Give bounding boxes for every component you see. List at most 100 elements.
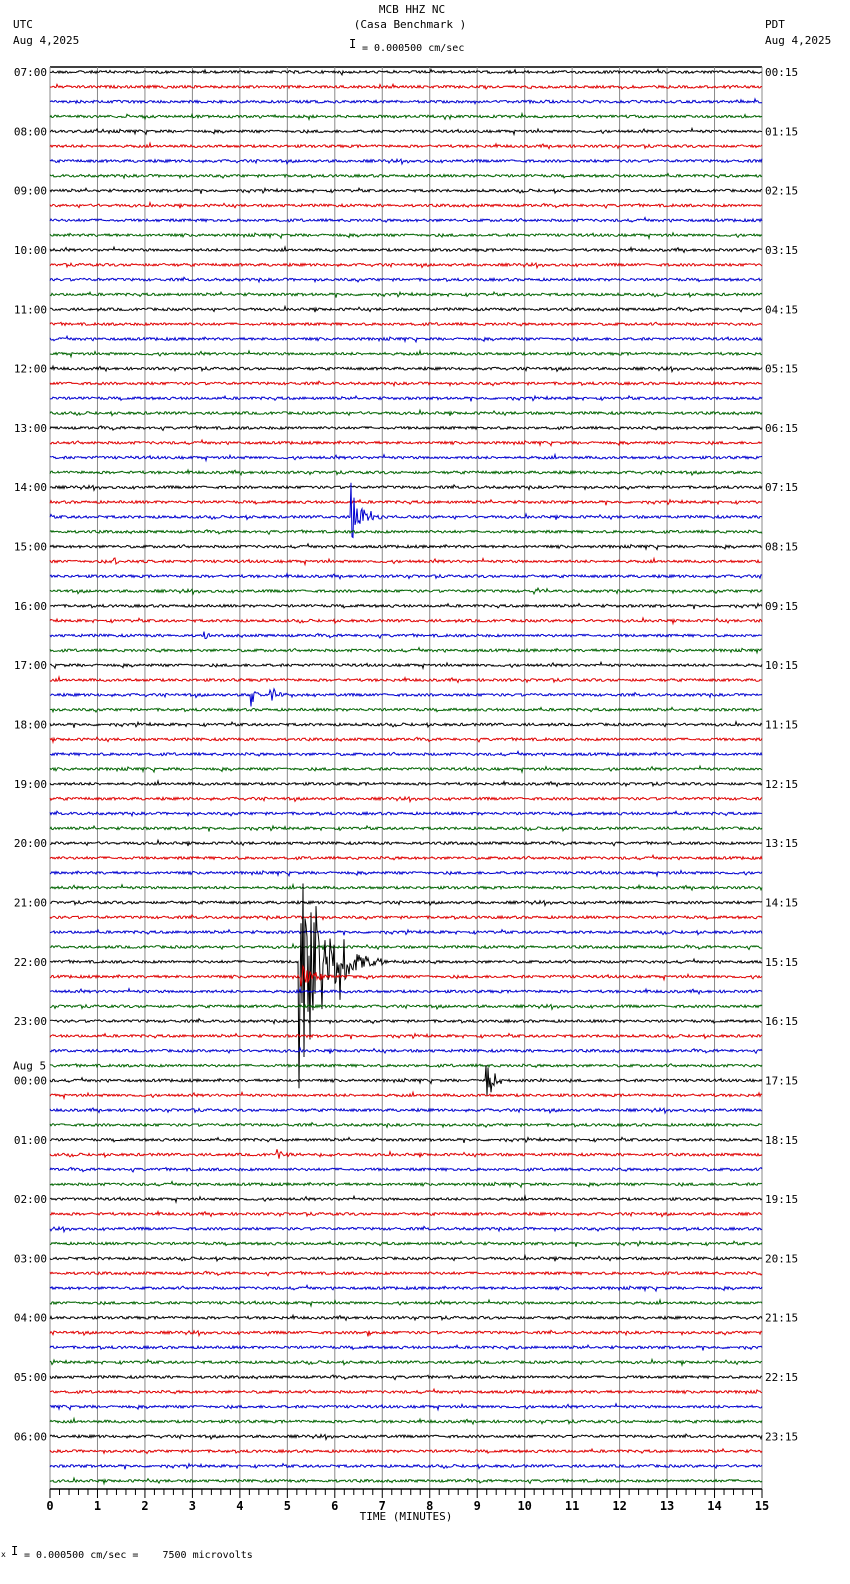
trace-line xyxy=(49,364,763,374)
utc-hour-label: 22:00 xyxy=(14,956,47,969)
trace-line xyxy=(50,838,763,847)
utc-hour-label: 09:00 xyxy=(14,185,47,198)
trace-line xyxy=(49,200,763,209)
trace-line xyxy=(49,706,763,714)
trace-line xyxy=(49,883,763,1089)
trace-line xyxy=(49,216,763,223)
x-tick-label: 10 xyxy=(517,1499,531,1513)
trace-line xyxy=(49,126,762,137)
trace-line xyxy=(49,172,763,180)
utc-hour-label: 19:00 xyxy=(14,778,47,791)
trace-line xyxy=(49,482,762,539)
utc-hour-label: 16:00 xyxy=(14,600,47,613)
trace-line xyxy=(49,498,763,506)
footer-scale-note: = 0.000500 cm/sec = 7500 microvolts xyxy=(24,1550,253,1561)
pdt-hour-label: 04:15 xyxy=(765,303,798,316)
trace-line xyxy=(49,631,762,640)
trace-line xyxy=(49,602,763,610)
trace-line xyxy=(49,556,763,567)
trace-line xyxy=(49,687,763,707)
trace-line xyxy=(49,334,763,344)
trace-line xyxy=(49,157,763,166)
pdt-hour-label: 21:15 xyxy=(765,1312,798,1325)
trace-line xyxy=(49,1032,763,1040)
trace-line xyxy=(49,913,763,922)
trace-line xyxy=(49,528,763,536)
trace-line xyxy=(49,231,763,241)
utc-hour-label: 13:00 xyxy=(14,422,47,435)
pdt-hour-label: 12:15 xyxy=(765,778,798,791)
x-tick-label: 0 xyxy=(46,1499,53,1513)
pdt-hour-label: 13:15 xyxy=(765,837,798,850)
utc-hour-label: 20:00 xyxy=(14,837,47,850)
trace-line xyxy=(49,483,763,492)
pdt-hour-label: 08:15 xyxy=(765,541,798,554)
trace-line xyxy=(49,438,763,448)
pdt-hour-label: 03:15 xyxy=(765,244,798,257)
trace-line xyxy=(49,1046,763,1055)
pdt-hour-label: 19:15 xyxy=(765,1193,798,1206)
trace-line xyxy=(49,778,763,788)
utc-hour-label: 06:00 xyxy=(14,1430,47,1443)
trace-line xyxy=(49,810,763,818)
trace-line xyxy=(49,736,763,745)
utc-hour-label: 08:00 xyxy=(14,125,47,138)
utc-hour-label: 23:00 xyxy=(14,1015,47,1028)
trace-line xyxy=(49,616,763,626)
trace-line xyxy=(50,1387,763,1395)
x-tick-label: 4 xyxy=(236,1499,243,1513)
trace-line xyxy=(49,1149,763,1159)
trace-line xyxy=(49,1225,763,1234)
pdt-hour-label: 23:15 xyxy=(765,1430,798,1443)
pdt-hour-label: 20:15 xyxy=(765,1252,798,1265)
x-tick-label: 6 xyxy=(331,1499,338,1513)
utc-hour-label: 12:00 xyxy=(14,363,47,376)
trace-line xyxy=(49,572,763,580)
pdt-hour-label: 00:15 xyxy=(765,66,798,79)
trace-line xyxy=(49,869,763,878)
utc-hour-label: 07:00 xyxy=(14,66,47,79)
trace-line xyxy=(49,1343,763,1351)
utc-hour-label: 17:00 xyxy=(14,659,47,672)
trace-line xyxy=(49,1329,763,1338)
trace-line xyxy=(49,425,763,432)
trace-line xyxy=(49,380,763,388)
trace-line xyxy=(49,986,763,996)
trace-line xyxy=(49,1180,763,1189)
trace-line xyxy=(49,1447,763,1455)
trace-line xyxy=(49,111,763,122)
trace-line xyxy=(49,1402,763,1412)
trace-line xyxy=(49,1239,763,1248)
trace-line xyxy=(49,452,763,463)
trace-line xyxy=(49,348,763,359)
trace-line xyxy=(49,824,763,833)
trace-line xyxy=(49,964,763,987)
trace-line xyxy=(49,853,763,861)
utc-hour-label: 14:00 xyxy=(14,481,47,494)
x-tick-label: 14 xyxy=(707,1499,721,1513)
helicorder-plot: 0 1 2 3 4 5 6 7 8 9 10 11 12 13 14 15TIME (MINUTES)07:0… xyxy=(13,66,798,1523)
utc-hour-label: 04:00 xyxy=(14,1312,47,1325)
trace-line xyxy=(49,720,763,729)
trace-line xyxy=(50,1003,763,1011)
trace-line xyxy=(49,1062,763,1069)
trace-line xyxy=(49,1194,763,1204)
trace-line xyxy=(49,942,763,951)
x-tick-label: 9 xyxy=(474,1499,481,1513)
trace-line xyxy=(49,1416,763,1426)
pdt-hour-label: 01:15 xyxy=(765,125,798,138)
utc-hour-label: 11:00 xyxy=(14,303,47,316)
pdt-hour-label: 18:15 xyxy=(765,1134,798,1147)
x-tick-label: 3 xyxy=(189,1499,196,1513)
utc-hour-label: 05:00 xyxy=(14,1371,47,1384)
utc-hour-label: 18:00 xyxy=(14,719,47,732)
x-tick-label: 2 xyxy=(141,1499,148,1513)
trace-line xyxy=(49,1253,762,1263)
utc-hour-label: 15:00 xyxy=(14,541,47,554)
trace-line xyxy=(49,290,763,299)
trace-line xyxy=(49,82,763,91)
trace-line xyxy=(49,1462,763,1470)
trace-line xyxy=(49,1374,762,1381)
trace-line xyxy=(49,660,763,671)
trace-line xyxy=(49,882,763,892)
